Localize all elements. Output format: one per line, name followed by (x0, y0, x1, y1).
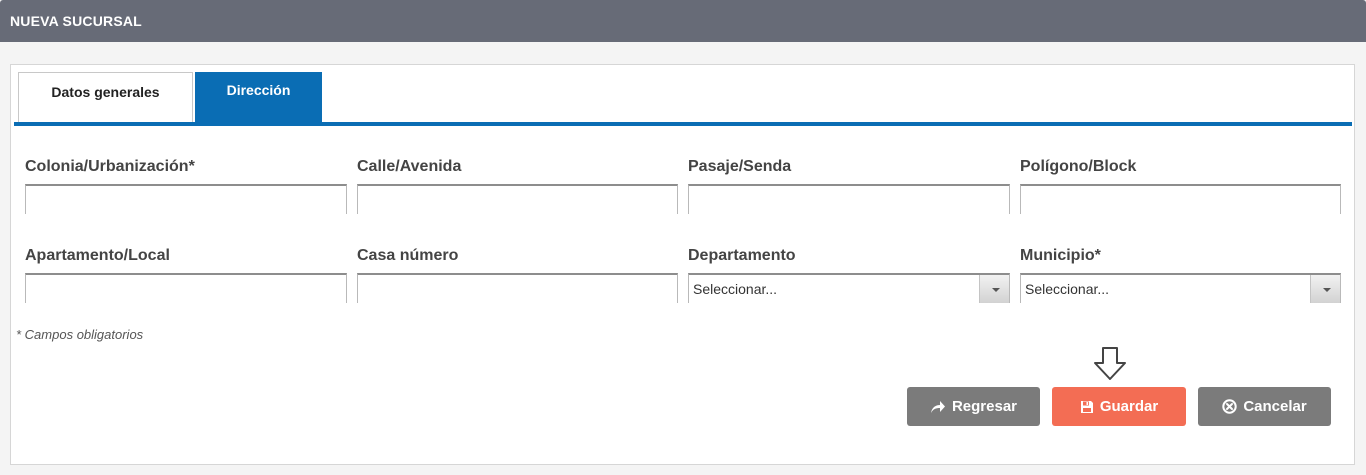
circle-x-icon (1222, 399, 1238, 414)
chevron-down-icon[interactable] (1310, 275, 1340, 303)
calle-input[interactable] (357, 184, 678, 214)
floppy-disk-icon (1080, 400, 1093, 413)
chevron-down-icon[interactable] (979, 275, 1009, 303)
calle-label: Calle/Avenida (357, 158, 462, 175)
municipio-selected-value: Seleccionar... (1025, 281, 1110, 297)
departamento-selected-value: Seleccionar... (693, 281, 778, 297)
regresar-button[interactable]: Regresar (907, 387, 1040, 426)
casa-label: Casa número (357, 247, 459, 264)
regresar-label: Regresar (951, 398, 1018, 415)
colonia-label: Colonia/Urbanización* (25, 158, 195, 175)
page-title: NUEVA SUCURSAL (10, 13, 142, 29)
departamento-label: Departamento (688, 247, 796, 264)
required-fields-note: * Campos obligatorios (16, 327, 144, 342)
page-header: NUEVA SUCURSAL (0, 0, 1366, 42)
departamento-select[interactable]: Seleccionar... (688, 273, 1010, 303)
tab-direccion[interactable]: Dirección (195, 72, 322, 122)
colonia-input[interactable] (25, 184, 347, 214)
cancelar-button[interactable]: Cancelar (1198, 387, 1331, 426)
apartamento-input[interactable] (25, 273, 347, 303)
poligono-input[interactable] (1020, 184, 1341, 214)
cancelar-label: Cancelar (1243, 398, 1307, 415)
pasaje-input[interactable] (688, 184, 1010, 214)
guardar-button[interactable]: Guardar (1052, 387, 1186, 426)
tab-underline (14, 122, 1352, 126)
casa-input[interactable] (357, 273, 678, 303)
poligono-label: Polígono/Block (1020, 158, 1137, 175)
pasaje-label: Pasaje/Senda (688, 158, 792, 175)
share-arrow-icon (930, 400, 945, 413)
apartamento-label: Apartamento/Local (25, 247, 170, 264)
tab-datos-generales[interactable]: Datos generales (18, 72, 193, 122)
arrow-down-icon (1094, 347, 1126, 380)
municipio-select[interactable]: Seleccionar... (1020, 273, 1341, 303)
guardar-label: Guardar (1099, 398, 1159, 415)
municipio-label: Municipio* (1020, 247, 1101, 264)
